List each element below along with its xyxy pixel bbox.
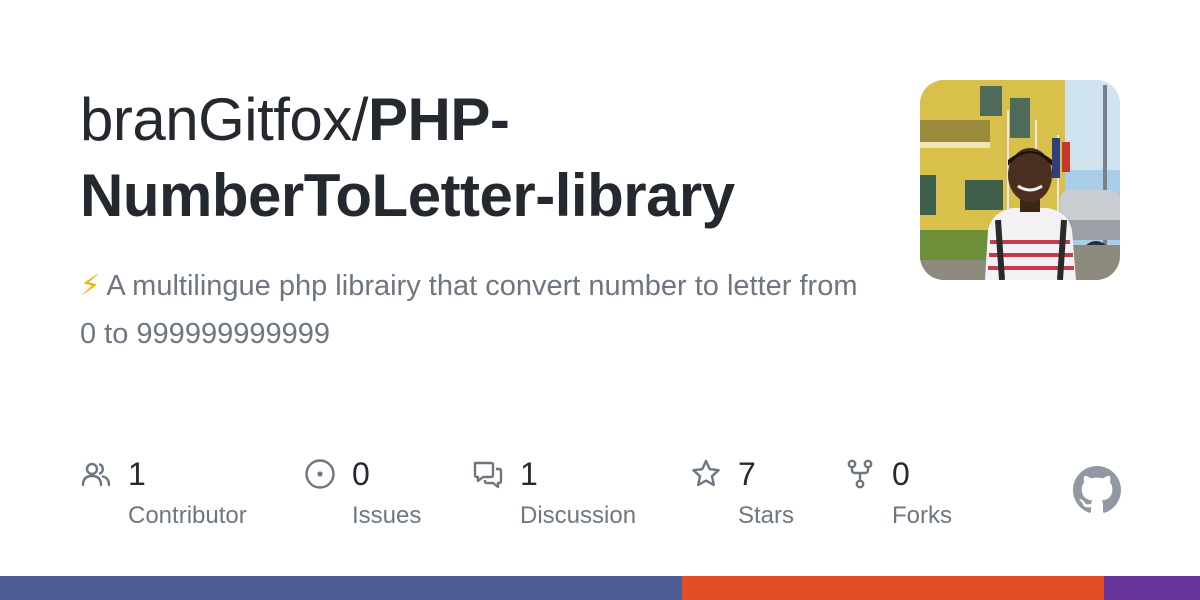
stars-label: Stars [738,502,795,529]
github-mark-icon[interactable] [1073,466,1121,514]
star-icon [692,459,720,487]
language-segment [0,576,682,600]
owner-avatar[interactable] [920,80,1120,280]
forks-label: Forks [892,502,952,529]
stat-stars[interactable]: 7 Stars [690,452,830,542]
discussions-label: Discussion [520,502,637,529]
comment-discussion-icon [473,461,503,489]
repo-description: ⚡ A multilingue php librairy that convert… [80,262,880,358]
repo-description-text: A multilingue php librairy that convert … [80,270,858,350]
avatar-photo [920,80,1120,280]
repo-owner[interactable]: branGitfox/ [80,86,368,153]
issues-count: 0 [352,456,370,492]
high-voltage-icon: ⚡ [80,270,101,302]
stat-issues[interactable]: 0 Issues [304,452,454,542]
discussions-count: 1 [520,456,538,492]
stat-forks[interactable]: 0 Forks [844,452,994,542]
repo-forked-icon [847,459,873,489]
forks-count: 0 [892,456,910,492]
stat-discussions[interactable]: 1 Discussion [472,452,672,542]
language-segment [1103,576,1200,600]
language-segment [681,576,1104,600]
issue-opened-icon [305,459,335,489]
contributors-count: 1 [128,456,146,492]
stat-contributors[interactable]: 1 Contributor [80,452,280,542]
issues-label: Issues [352,502,422,529]
contributors-label: Contributor [128,502,247,529]
stars-count: 7 [738,456,756,492]
people-icon [81,462,111,487]
repo-title: branGitfox/PHP-NumberToLetter-library [80,82,880,234]
language-bar [0,576,1200,600]
